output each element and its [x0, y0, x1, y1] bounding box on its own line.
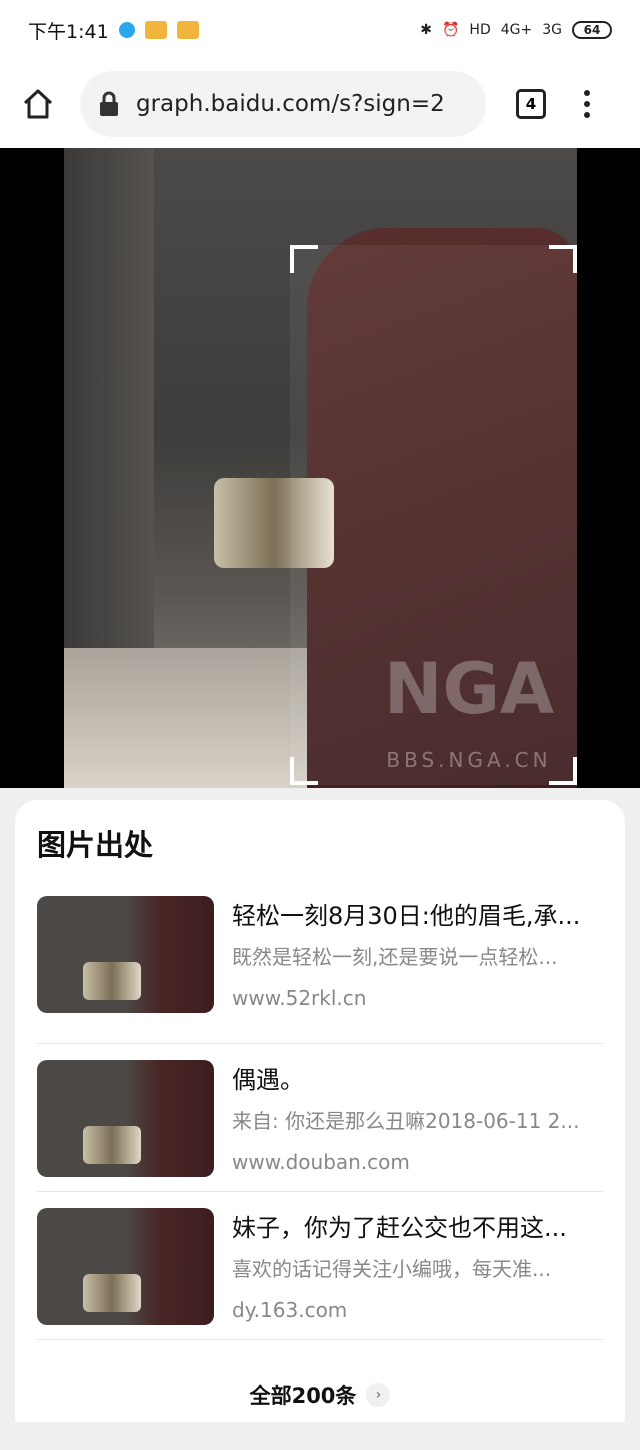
signal-4g-icon: 4G+	[500, 22, 533, 38]
url-text: graph.baidu.com/s?sign=2	[136, 91, 445, 117]
url-bar[interactable]: graph.baidu.com/s?sign=2	[80, 71, 486, 137]
browser-toolbar: graph.baidu.com/s?sign=2 4	[0, 60, 640, 148]
status-right: ✱ ⏰ HD 4G+ 3G 64	[420, 21, 612, 39]
bluetooth-icon: ✱	[420, 22, 432, 38]
app-notification-icon	[118, 22, 135, 38]
battery-icon: 64	[572, 21, 612, 39]
result-site: www.douban.com	[232, 1150, 410, 1174]
crop-handle-bottom-left[interactable]	[290, 757, 318, 785]
chevron-right-icon: ›	[366, 1383, 391, 1407]
status-bar: 下午1:41 ✱ ⏰ HD 4G+ 3G 64	[0, 0, 640, 60]
result-site: dy.163.com	[232, 1298, 348, 1322]
status-left: 下午1:41	[28, 17, 199, 44]
alarm-icon: ⏰	[441, 22, 460, 38]
card-title: 图片出处	[37, 828, 154, 862]
nga-notification-icon-2	[176, 21, 199, 39]
battery-level: 64	[583, 23, 601, 37]
source-result[interactable]: 妹子，你为了赶公交也不用这... 喜欢的话记得关注小编哦，每天准... dy.1…	[37, 1192, 603, 1340]
crop-region[interactable]	[290, 245, 577, 785]
hd-icon: HD	[469, 22, 491, 38]
tab-switcher-button[interactable]: 4	[516, 89, 546, 119]
see-all-label: 全部200条	[249, 1384, 357, 1408]
overflow-menu-button[interactable]	[582, 90, 592, 118]
result-thumbnail[interactable]	[37, 896, 214, 1013]
crop-handle-top-left[interactable]	[290, 245, 318, 273]
nga-notification-icon	[144, 21, 167, 39]
result-thumbnail[interactable]	[37, 1208, 214, 1325]
home-icon	[23, 89, 53, 119]
image-preview: NGA BBS.NGA.CN	[0, 148, 640, 788]
result-description: 喜欢的话记得关注小编哦，每天准...	[232, 1257, 552, 1281]
menu-dot-icon	[584, 90, 590, 96]
lock-icon	[100, 91, 118, 116]
signal-3g-icon: 3G	[542, 22, 562, 38]
menu-dot-icon	[584, 101, 590, 107]
result-thumbnail[interactable]	[37, 1060, 214, 1177]
result-meta: 妹子，你为了赶公交也不用这... 喜欢的话记得关注小编哦，每天准... dy.1…	[232, 1208, 603, 1339]
result-title[interactable]: 偶遇。	[232, 1060, 603, 1095]
result-site: www.52rkl.cn	[232, 986, 367, 1010]
home-button[interactable]	[18, 84, 58, 124]
result-meta: 偶遇。 来自: 你还是那么丑嘛2018-06-11 2... www.douba…	[232, 1060, 603, 1191]
image-source-card: 图片出处 轻松一刻8月30日:他的眉毛,承... 既然是轻松一刻,还是要说一点轻…	[15, 800, 625, 1422]
source-result[interactable]: 轻松一刻8月30日:他的眉毛,承... 既然是轻松一刻,还是要说一点轻松... …	[37, 896, 603, 1044]
result-description: 既然是轻松一刻,还是要说一点轻松...	[232, 945, 558, 969]
see-all-button[interactable]: 全部200条 ›	[37, 1340, 603, 1450]
menu-dot-icon	[584, 112, 590, 118]
crop-handle-top-right[interactable]	[549, 245, 577, 273]
tab-count: 4	[525, 95, 537, 113]
status-time: 下午1:41	[28, 20, 109, 43]
source-result[interactable]: 偶遇。 来自: 你还是那么丑嘛2018-06-11 2... www.douba…	[37, 1044, 603, 1192]
result-meta: 轻松一刻8月30日:他的眉毛,承... 既然是轻松一刻,还是要说一点轻松... …	[232, 896, 603, 1043]
result-description: 来自: 你还是那么丑嘛2018-06-11 2...	[232, 1109, 580, 1133]
result-title[interactable]: 轻松一刻8月30日:他的眉毛,承...	[232, 896, 603, 931]
crop-handle-bottom-right[interactable]	[549, 757, 577, 785]
result-title[interactable]: 妹子，你为了赶公交也不用这...	[232, 1208, 603, 1243]
